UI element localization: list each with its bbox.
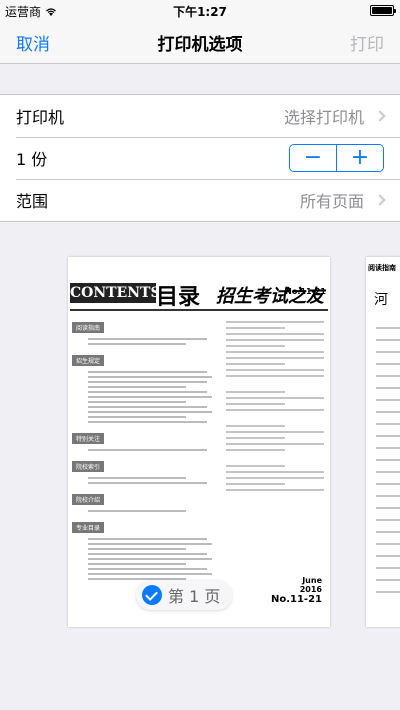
- status-bar: 运营商 下午1:27: [0, 0, 400, 20]
- page-indicator-badge: 第 1 页: [136, 580, 233, 610]
- print-button[interactable]: 打印: [350, 30, 384, 55]
- preview-page-2[interactable]: 阅读指南 河: [366, 257, 400, 627]
- issue-month: June: [302, 576, 322, 585]
- toc-section: 院校介绍: [72, 494, 105, 505]
- toc-section: 招生规定: [72, 355, 105, 366]
- copies-label: 1 份: [16, 150, 48, 169]
- copies-row: 1 份 − +: [0, 137, 400, 179]
- page-header: CONTENTS 目录 招生考试之友 No.11-21: [68, 279, 330, 310]
- issue-date-block: June 2016 No.11-21: [271, 576, 322, 605]
- checkmark-icon: [142, 585, 162, 605]
- printer-label: 打印机: [16, 108, 65, 127]
- section-spacer: [0, 64, 400, 94]
- contents-heading: CONTENTS: [70, 283, 161, 303]
- toc-section: 专业目录: [72, 522, 105, 533]
- chevron-right-icon: [374, 194, 386, 206]
- preview-page-1[interactable]: CONTENTS 目录 招生考试之友 No.11-21 阅读指南 招生规定 特别…: [68, 257, 330, 627]
- issue-year: 2016: [299, 585, 322, 594]
- printer-value-text: 选择打印机: [283, 108, 364, 127]
- page-indicator-label: 第 1 页: [168, 587, 221, 606]
- page-title: 打印机选项: [157, 35, 243, 55]
- toc-section: 特别关注: [72, 433, 105, 444]
- range-value-text: 所有页面: [299, 192, 364, 211]
- nav-bar: 取消 打印机选项 打印: [0, 20, 400, 64]
- decrement-button[interactable]: −: [290, 145, 336, 171]
- battery-icon: [370, 5, 396, 16]
- masthead-column: [226, 317, 324, 495]
- toc-section: 院校索引: [72, 461, 105, 472]
- range-label: 范围: [16, 192, 49, 211]
- page2-char: 河: [374, 292, 388, 308]
- mulu-heading: 目录: [156, 284, 201, 310]
- chevron-right-icon: [374, 110, 386, 122]
- range-row[interactable]: 范围 所有页面: [0, 179, 400, 221]
- increment-button[interactable]: +: [337, 145, 383, 171]
- toc-section: 阅读指南: [72, 322, 105, 333]
- range-value: 所有页面: [299, 188, 386, 212]
- printer-row[interactable]: 打印机 选择打印机: [0, 95, 400, 137]
- page2-tag: 阅读指南: [368, 264, 396, 272]
- issue-no: No.11-21: [270, 594, 322, 605]
- print-options-group: 打印机 选择打印机 1 份 − + 范围 所有页面: [0, 94, 400, 222]
- toc-column: 阅读指南 招生规定 特别关注 院校索引 院校介绍 专业目录: [72, 315, 212, 583]
- copies-stepper[interactable]: − +: [289, 144, 384, 172]
- header-divider: [70, 309, 328, 311]
- printer-value: 选择打印机: [283, 104, 386, 128]
- status-time: 下午1:27: [173, 5, 227, 19]
- issue-number: No.11-21: [285, 287, 326, 296]
- preview-area: CONTENTS 目录 招生考试之友 No.11-21 阅读指南 招生规定 特别…: [0, 222, 400, 710]
